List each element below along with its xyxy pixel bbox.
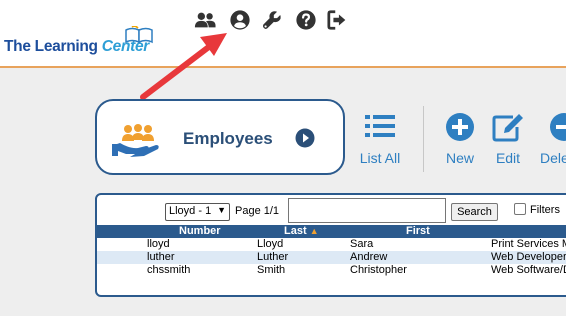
employees-hands-icon	[112, 124, 159, 157]
column-header-number[interactable]: Number	[179, 225, 221, 238]
table-row[interactable]: chssmith Smith Christopher Web Software/…	[97, 264, 566, 277]
cell-number: luther	[147, 251, 175, 263]
table-row[interactable]: luther Luther Andrew Web Developer	[97, 251, 566, 264]
column-header-last[interactable]: Last ▲	[284, 225, 319, 238]
cell-last: Luther	[257, 251, 289, 263]
column-header-first[interactable]: First	[406, 225, 430, 238]
sign-out-icon[interactable]	[327, 9, 349, 31]
cell-first: Christopher	[350, 264, 407, 276]
toolbar-divider	[423, 106, 424, 172]
edit-icon	[492, 114, 523, 142]
list-all-label: List All	[359, 150, 401, 166]
sort-ascending-icon: ▲	[309, 226, 319, 236]
record-selector-value: Lloyd - 1	[169, 205, 212, 217]
wrench-icon[interactable]	[261, 9, 283, 31]
app-header: The Learning Center	[0, 0, 566, 68]
filters-label: Filters	[530, 204, 560, 216]
cell-title: Web Software/D	[491, 264, 566, 276]
minus-circle-icon	[550, 113, 566, 141]
cell-title: Web Developer	[491, 251, 566, 263]
book-icon	[125, 26, 153, 44]
employees-card[interactable]: Employees	[95, 99, 345, 175]
search-input[interactable]	[288, 198, 446, 223]
delete-label: Dele	[540, 150, 566, 166]
page-indicator: Page 1/1	[235, 205, 280, 217]
table-row[interactable]: lloyd Lloyd Sara Print Services M	[97, 238, 566, 251]
cell-title: Print Services M	[491, 238, 566, 250]
filters-checkbox[interactable]	[514, 203, 526, 215]
delete-button[interactable]: Dele	[526, 112, 566, 168]
question-circle-icon[interactable]	[295, 9, 317, 31]
cell-first: Sara	[350, 238, 374, 250]
cell-number: lloyd	[147, 238, 170, 250]
cell-first: Andrew	[350, 251, 388, 263]
arrow-right-circle-icon[interactable]	[295, 128, 315, 148]
cell-number: chssmith	[147, 264, 191, 276]
cell-last: Lloyd	[257, 238, 284, 250]
record-selector[interactable]: Lloyd - 1 ▼	[165, 203, 230, 221]
employees-table-panel: Lloyd - 1 ▼ Page 1/1 Search Filters Numb…	[95, 193, 566, 297]
plus-circle-icon	[446, 113, 474, 141]
user-circle-icon[interactable]	[229, 9, 251, 31]
column-header-last-label: Last	[284, 225, 307, 237]
users-icon[interactable]	[194, 9, 216, 31]
search-button[interactable]: Search	[451, 203, 498, 221]
chevron-down-icon: ▼	[217, 205, 226, 215]
list-all-button[interactable]: List All	[350, 112, 410, 168]
table-header: Number Last ▲ First	[97, 225, 566, 238]
list-icon	[365, 115, 395, 137]
cell-last: Smith	[257, 264, 286, 276]
logo-text-main: The Learning	[4, 38, 98, 55]
employees-title: Employees	[183, 129, 273, 148]
